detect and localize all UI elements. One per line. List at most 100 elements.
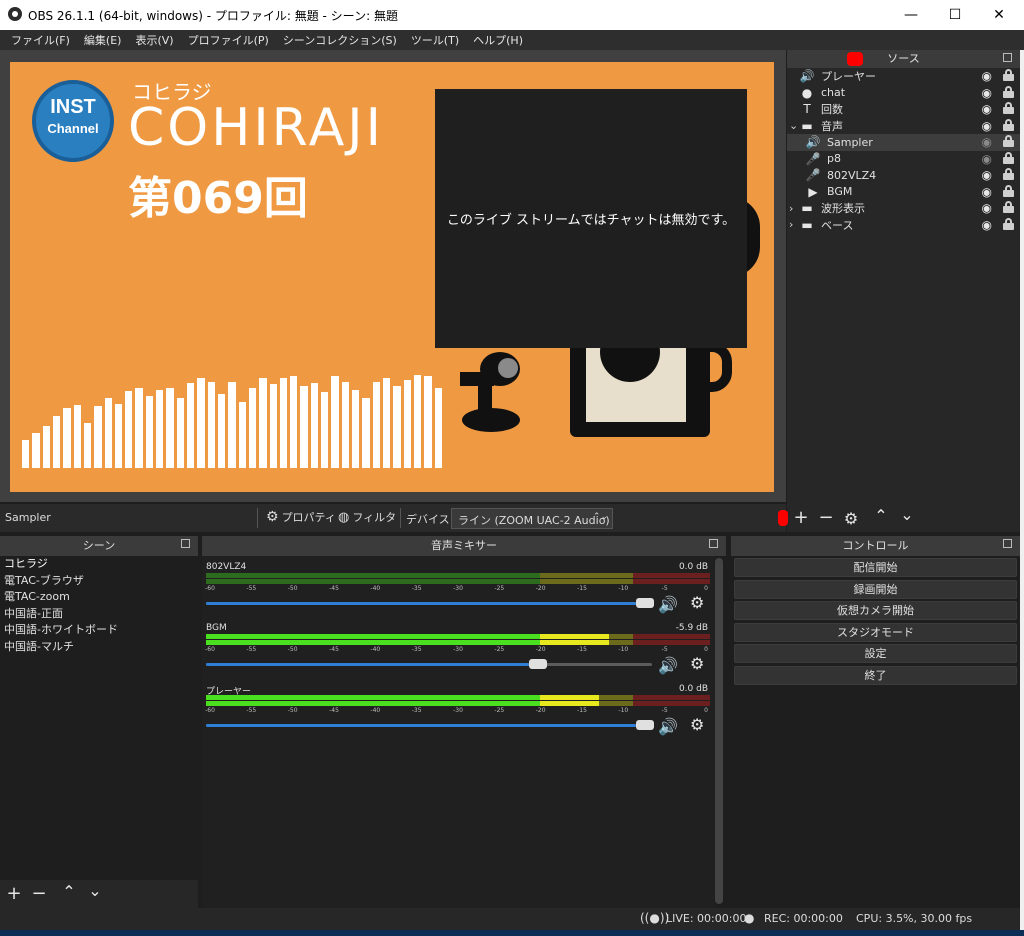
lock-icon[interactable] xyxy=(1003,168,1014,180)
eye-icon[interactable]: ◉ xyxy=(982,185,992,199)
source-item-2[interactable]: T 回数 ◉ xyxy=(787,101,1020,118)
source-item-6[interactable]: 🎤 802VLZ4 ◉ xyxy=(787,167,1020,184)
speaker-icon[interactable]: 🔊 xyxy=(658,717,678,736)
scene-move-down-button[interactable]: ⌄ xyxy=(85,881,105,900)
add-scene-button[interactable]: + xyxy=(4,883,24,904)
chevron-right-icon[interactable]: › xyxy=(789,202,799,215)
speaker-icon[interactable]: 🔊 xyxy=(658,595,678,614)
scene-item[interactable]: コヒラジ xyxy=(0,556,198,573)
minimize-button[interactable]: — xyxy=(888,0,934,30)
eye-icon[interactable]: ◉ xyxy=(982,102,992,116)
lock-icon[interactable] xyxy=(1003,102,1014,114)
close-button[interactable]: ✕ xyxy=(976,0,1022,30)
float-dock-icon[interactable] xyxy=(1003,53,1012,62)
lock-icon[interactable] xyxy=(1003,135,1014,147)
eye-icon[interactable]: ◉ xyxy=(982,86,992,100)
volume-slider[interactable] xyxy=(206,720,654,730)
source-settings-button[interactable]: ⚙ xyxy=(841,509,861,528)
scene-item[interactable]: 電TAC-zoom xyxy=(0,589,198,606)
visualizer-bar xyxy=(52,416,61,468)
volume-handle[interactable] xyxy=(528,659,547,669)
eye-icon[interactable]: ◉ xyxy=(982,119,992,133)
source-item-9[interactable]: › ▬ ベース ◉ xyxy=(787,217,1020,234)
lock-icon[interactable] xyxy=(1003,201,1014,213)
float-dock-icon[interactable] xyxy=(709,539,718,548)
start-recording-button[interactable]: 録画開始 xyxy=(734,579,1017,599)
settings-button[interactable]: 設定 xyxy=(734,644,1017,663)
menu-help[interactable]: ヘルプ(H) xyxy=(466,32,530,48)
menu-view[interactable]: 表示(V) xyxy=(128,32,180,48)
lock-icon[interactable] xyxy=(1003,69,1014,81)
move-up-button[interactable]: ⌃ xyxy=(871,506,891,525)
source-item-3[interactable]: ⌄ ▬ 音声 ◉ xyxy=(787,118,1020,135)
menu-file[interactable]: ファイル(F) xyxy=(4,32,77,48)
source-name: p8 xyxy=(827,152,841,166)
scene-item[interactable]: 中国語-マルチ xyxy=(0,639,198,656)
source-item-4[interactable]: 🔊 Sampler ◉ xyxy=(787,134,1020,151)
preview-canvas[interactable]: INST Channel コヒラジ COHIRAJI 第069回 このライブ ス… xyxy=(10,62,774,492)
mixer-scrollbar[interactable] xyxy=(715,558,723,904)
volume-slider[interactable] xyxy=(206,598,654,608)
menu-edit[interactable]: 編集(E) xyxy=(77,32,129,48)
lock-icon[interactable] xyxy=(1003,118,1014,131)
meter-tick-label: -15 xyxy=(577,585,587,592)
properties-button[interactable]: ⚙ プロパティ xyxy=(266,509,336,525)
volume-handle[interactable] xyxy=(636,720,654,730)
studio-mode-button[interactable]: スタジオモード xyxy=(734,622,1017,642)
gear-icon[interactable]: ⚙ xyxy=(690,593,704,612)
chevron-down-icon[interactable]: ⌄ xyxy=(789,119,799,132)
source-list[interactable]: 🔊 プレーヤー ◉ ● chat ◉ T 回数 ◉ ⌄ ▬ 音声 ◉ 🔊 Sampler ◉ 🎤 p8 ◉ 🎤 802V… xyxy=(787,68,1020,233)
episode-number: 第069回 xyxy=(128,173,308,224)
menu-profile[interactable]: プロファイル(P) xyxy=(181,32,276,48)
scene-move-up-button[interactable]: ⌃ xyxy=(59,882,79,901)
start-streaming-button[interactable]: 配信開始 xyxy=(734,558,1017,577)
chevron-right-icon[interactable]: › xyxy=(789,218,799,231)
source-item-0[interactable]: 🔊 プレーヤー ◉ xyxy=(787,68,1020,85)
gear-icon[interactable]: ⚙ xyxy=(690,715,704,734)
lock-icon[interactable] xyxy=(1003,217,1014,230)
speaker-icon[interactable]: 🔊 xyxy=(658,656,678,675)
start-virtual-camera-button[interactable]: 仮想カメラ開始 xyxy=(734,601,1017,620)
lock-icon[interactable] xyxy=(1003,151,1014,164)
source-item-5[interactable]: 🎤 p8 ◉ xyxy=(787,151,1020,168)
float-dock-icon[interactable] xyxy=(181,539,190,548)
lock-icon[interactable] xyxy=(1003,184,1014,197)
eye-icon[interactable]: ◉ xyxy=(982,218,992,232)
add-source-button[interactable]: + xyxy=(791,507,811,528)
filters-button[interactable]: ◍ フィルタ xyxy=(338,509,396,525)
eye-icon[interactable]: ◉ xyxy=(982,168,992,182)
meter-tick-label: -15 xyxy=(577,707,587,714)
volume-slider[interactable] xyxy=(206,659,652,669)
source-item-1[interactable]: ● chat ◉ xyxy=(787,85,1020,102)
device-select[interactable]: ライン (ZOOM UAC-2 Audio) ⌃⌄ xyxy=(451,508,613,529)
exit-button[interactable]: 終了 xyxy=(734,665,1017,685)
scene-item[interactable]: 電TAC-ブラウザ xyxy=(0,573,198,590)
eye-hidden-icon[interactable]: ◉ xyxy=(982,152,992,166)
folder-icon: ▬ xyxy=(801,201,813,216)
menu-scene-collection[interactable]: シーンコレクション(S) xyxy=(276,32,404,48)
globe-icon: ● xyxy=(801,85,813,100)
volume-handle[interactable] xyxy=(636,598,654,608)
meter-tick-label: -60 xyxy=(205,585,215,592)
visualizer-bar xyxy=(42,426,50,468)
lock-icon[interactable] xyxy=(1003,85,1014,98)
source-item-8[interactable]: › ▬ 波形表示 ◉ xyxy=(787,200,1020,217)
gear-icon[interactable]: ⚙ xyxy=(690,654,704,673)
level-meter xyxy=(206,695,710,700)
float-dock-icon[interactable] xyxy=(1003,539,1012,548)
visualizer-bar xyxy=(424,376,432,468)
remove-source-button[interactable]: − xyxy=(816,507,836,528)
scene-list[interactable]: コヒラジ 電TAC-ブラウザ 電TAC-zoom 中国語-正面 中国語-ホワイトボード中… xyxy=(0,556,198,655)
scene-item[interactable]: 中国語-正面 xyxy=(0,606,198,623)
scene-item[interactable]: 中国語-ホワイトボード xyxy=(0,622,198,639)
eye-icon[interactable]: ◉ xyxy=(982,201,992,215)
source-name: BGM xyxy=(827,185,853,199)
source-item-7[interactable]: ▶ BGM ◉ xyxy=(787,184,1020,201)
maximize-button[interactable]: ☐ xyxy=(932,0,978,30)
menu-tools[interactable]: ツール(T) xyxy=(404,32,466,48)
remove-scene-button[interactable]: − xyxy=(29,883,49,904)
eye-hidden-icon[interactable]: ◉ xyxy=(982,135,992,149)
eye-icon[interactable]: ◉ xyxy=(982,69,992,83)
move-down-button[interactable]: ⌄ xyxy=(897,505,917,524)
level-meter xyxy=(206,573,710,578)
